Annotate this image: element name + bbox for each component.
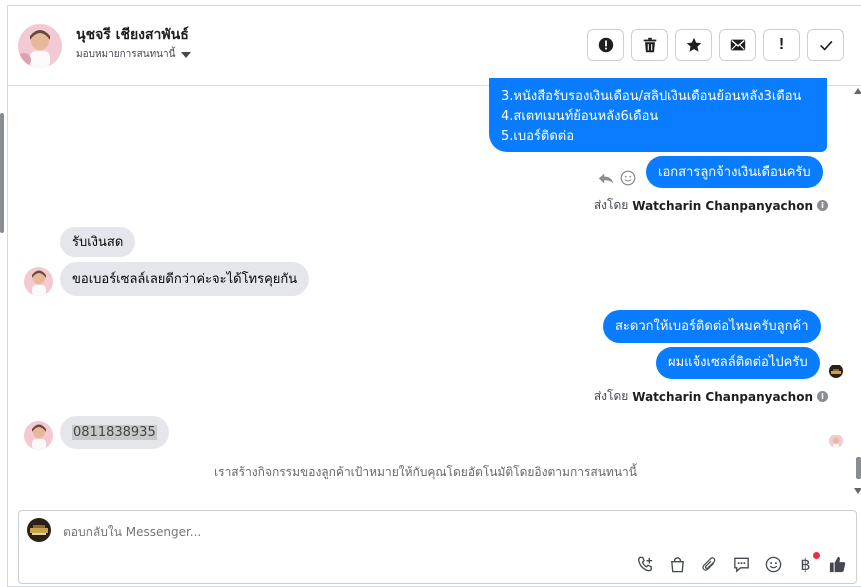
saved-reply-button[interactable] [731,553,752,575]
contact-avatar-small[interactable] [24,421,53,450]
phone-add-button[interactable] [635,553,656,575]
outgoing-message[interactable]: ผมแจ้งเซลล์ติดต่อไปครับ [656,347,820,379]
incoming-message[interactable]: รับเงินสด [60,227,136,257]
emoji-button[interactable] [763,553,784,575]
emoji-react-icon[interactable] [619,169,637,187]
alert-circle-icon [598,37,613,53]
contact-avatar[interactable] [18,24,62,68]
follow-up-label: ! [778,36,785,53]
chevron-down-icon [181,51,192,58]
mark-unread-button[interactable] [719,29,756,61]
sent-by-label: ส่งโดย Watcharin Chanpanyachon i [594,196,828,215]
assign-conversation-dropdown[interactable]: มอบหมายการสนทนานี้ [76,47,192,62]
sent-by-prefix: ส่งโดย [593,389,629,403]
attach-button[interactable] [699,553,720,575]
thumbs-up-icon [829,556,846,572]
assign-label: มอบหมายการสนทนานี้ [76,49,176,60]
message-line: 3.หนังสือรับรองเงินเดือน/สลิปเงินเดือนย้… [501,89,802,104]
check-icon [819,40,832,51]
incoming-message[interactable]: ขอเบอร์เซลล์เลยดีกว่าค่ะจะได้โทรคุยกัน [60,262,310,296]
mark-done-button[interactable] [807,29,844,61]
shop-button[interactable] [667,553,688,575]
spam-button[interactable] [587,29,624,61]
baht-payment-icon: ฿ [800,554,811,574]
left-scrollbar-thumb[interactable] [0,113,4,233]
like-button[interactable] [827,553,848,575]
message-line: 5.เบอร์ติดต่อ [501,129,575,144]
phone-number: 0811838935 [72,425,157,440]
sent-by-name: Watcharin Chanpanyachon [632,198,813,213]
payment-button[interactable]: ฿ [795,552,820,575]
reply-composer: ฿ [18,510,857,584]
star-button[interactable] [675,29,712,61]
info-icon[interactable]: i [817,200,828,211]
envelope-icon [730,39,745,51]
shopping-bag-icon [671,556,684,572]
saved-reply-icon [734,557,749,573]
scroll-up-arrow-icon[interactable] [854,88,861,94]
outgoing-message[interactable]: สะดวกให้เบอร์ติดต่อไหมครับลูกค้า [603,310,821,343]
trash-icon [643,37,656,53]
scroll-down-arrow-icon[interactable] [854,488,861,494]
agent-seen-avatar [829,364,843,378]
conversation-actions: ! [587,29,844,61]
contact-name[interactable]: นุชจรี เชียงสาพันธ์ [76,24,189,46]
conversation-header: นุชจรี เชียงสาพันธ์ มอบหมายการสนทนานี้ ! [8,6,861,86]
reply-input[interactable] [63,525,563,539]
incoming-message-phone[interactable]: 0811838935 [60,416,169,449]
message-line: 4.สเตทเมนท์ย้อนหลัง6เดือน [501,109,659,124]
follow-up-button[interactable]: ! [763,29,800,61]
page-avatar [27,518,51,542]
sent-by-name: Watcharin Chanpanyachon [632,389,813,404]
outgoing-message[interactable]: เอกสารลูกจ้างเงินเดือนครับ [646,156,823,188]
notification-dot [813,552,820,559]
contact-avatar-small[interactable] [24,267,53,296]
outgoing-message-document-list[interactable]: 3.หนังสือรับรองเงินเดือน/สลิปเงินเดือนย้… [489,78,827,152]
composer-toolbar: ฿ [635,552,848,575]
paperclip-icon [702,556,716,571]
sent-by-prefix: ส่งโดย [593,198,629,212]
delete-button[interactable] [631,29,668,61]
message-hover-actions [597,169,637,187]
star-icon [686,37,701,52]
system-note: เราสร้างกิจกรรมของลูกค้าเป้าหมายให้กับคุ… [0,463,861,482]
contact-seen-avatar [829,434,843,448]
phone-add-icon [638,556,653,571]
reply-icon[interactable] [597,169,615,187]
emoji-icon [765,556,782,572]
info-icon[interactable]: i [817,391,828,402]
sent-by-label: ส่งโดย Watcharin Chanpanyachon i [594,387,828,406]
system-note-text: เราสร้างกิจกรรมของลูกค้าเป้าหมายให้กับคุ… [214,465,637,479]
